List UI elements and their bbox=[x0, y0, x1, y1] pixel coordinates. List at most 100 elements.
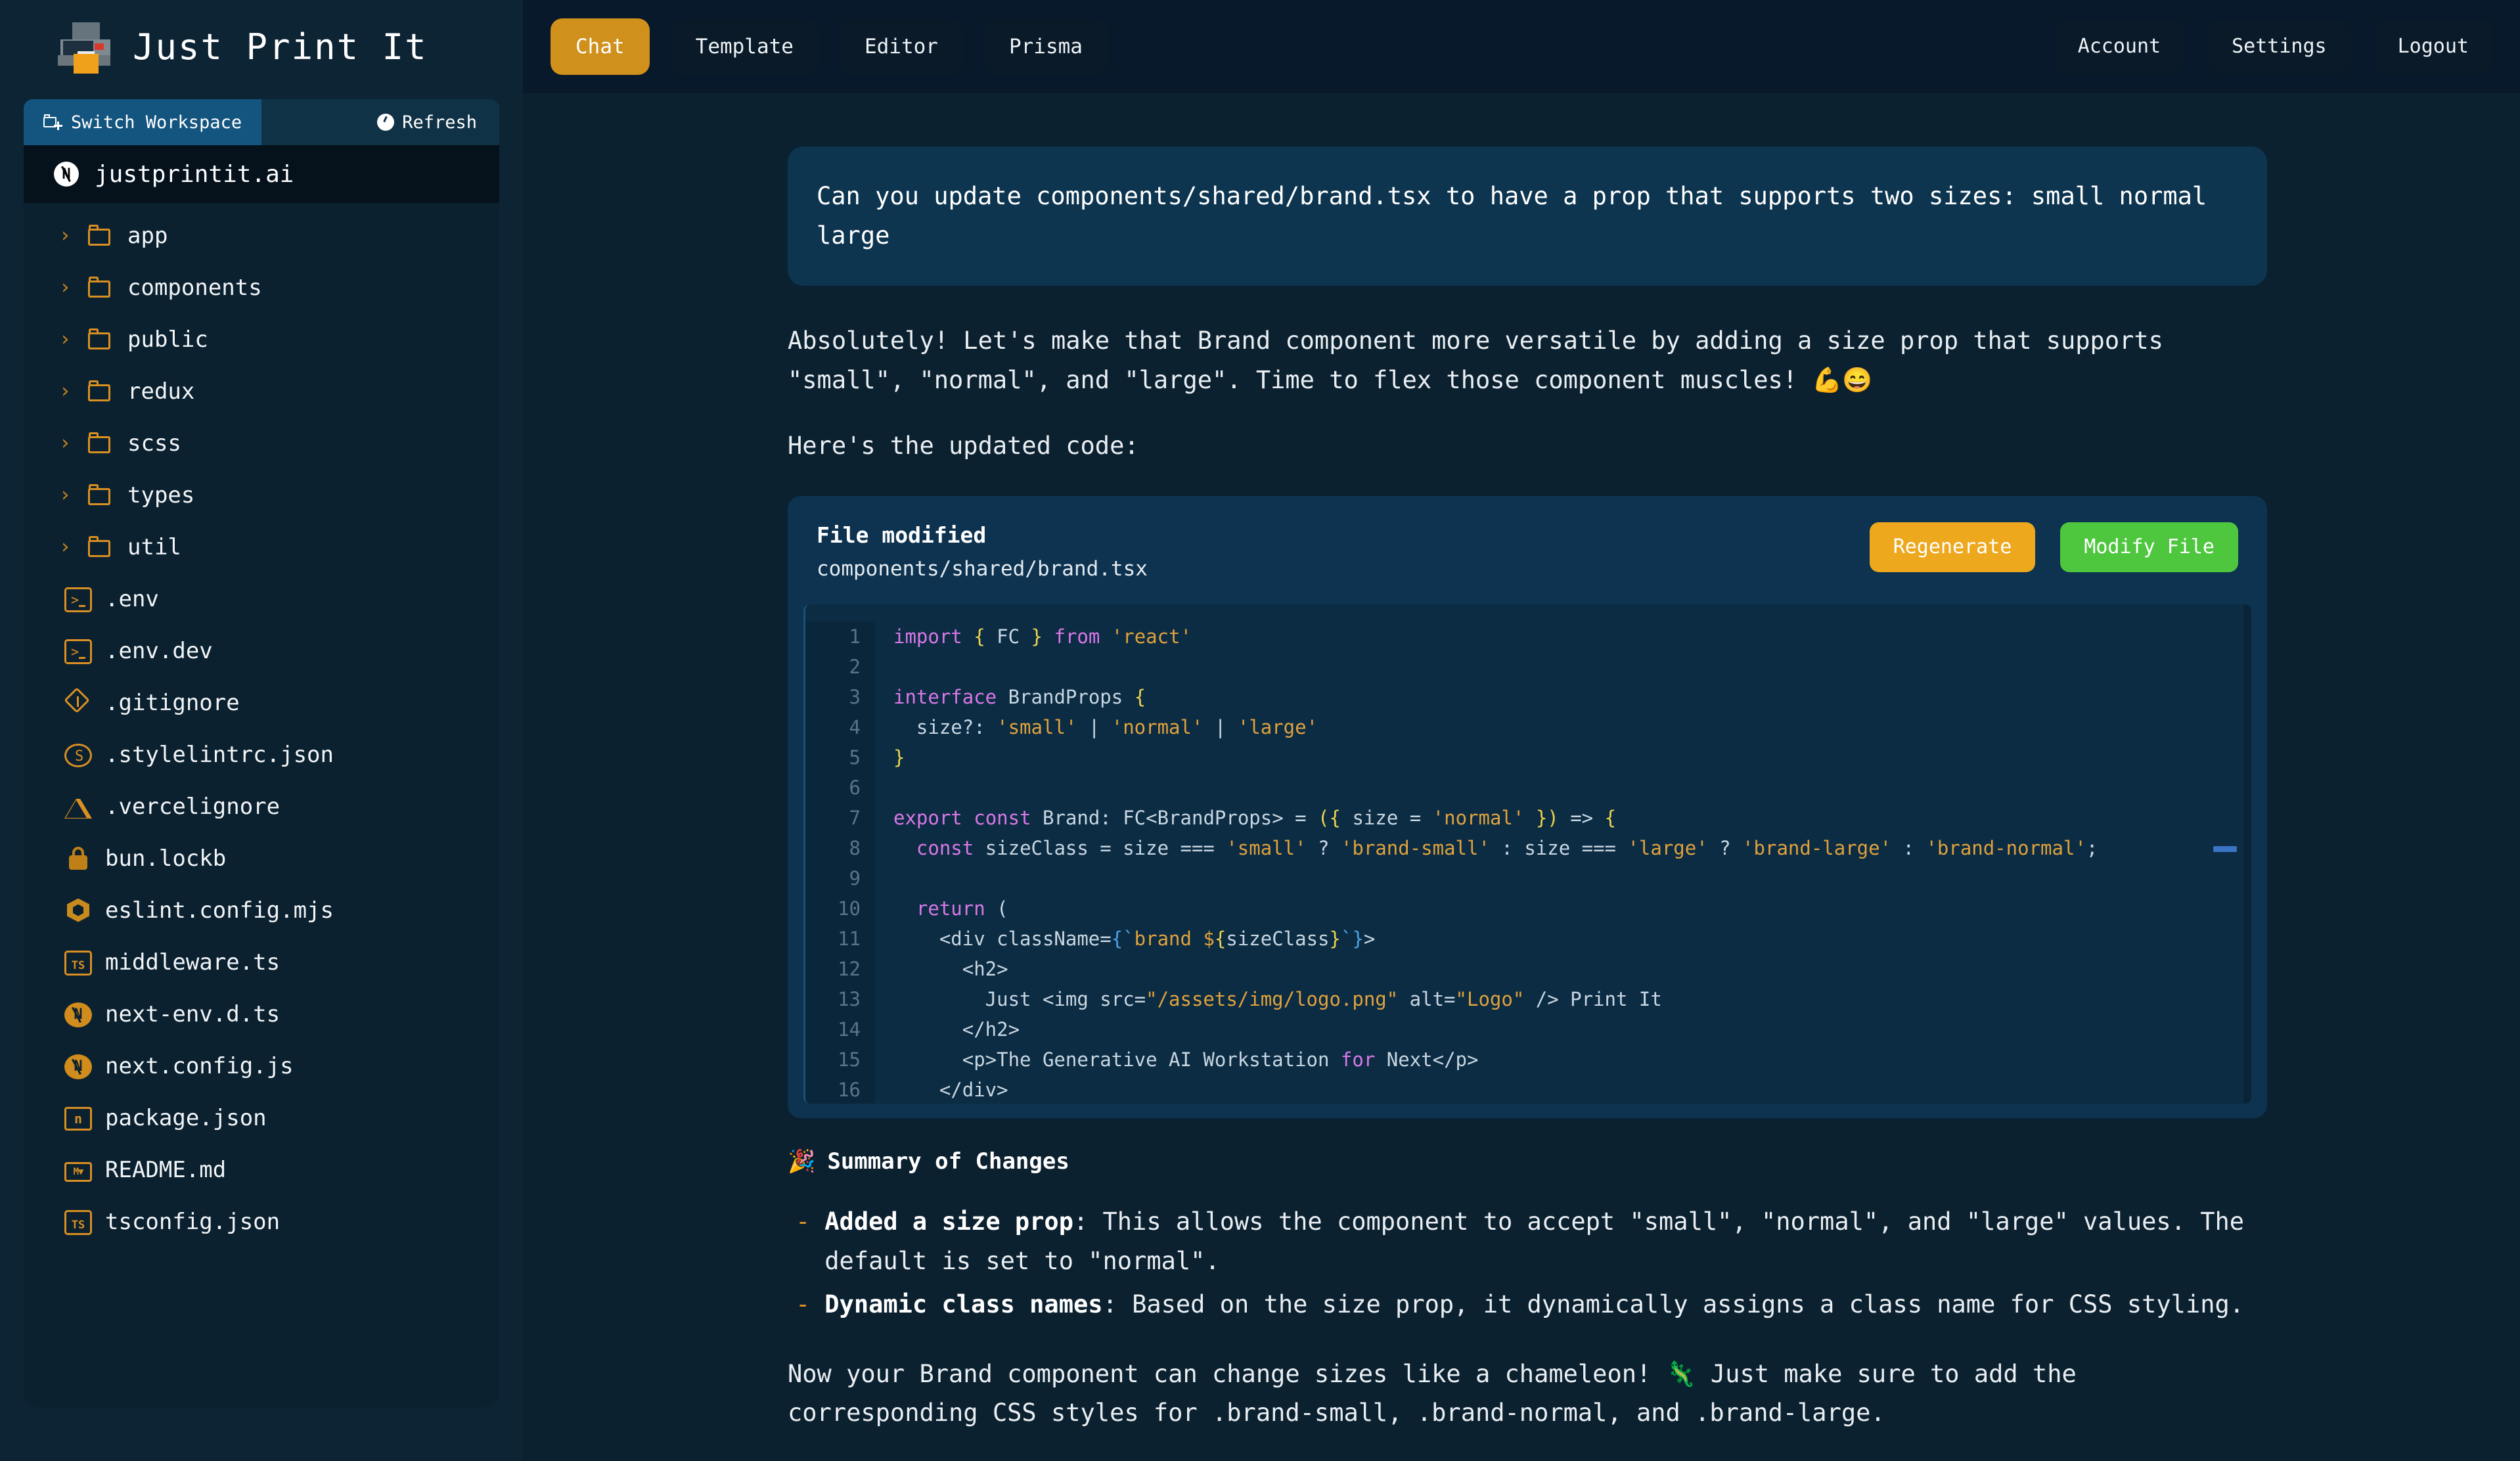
tree-folder-redux[interactable]: › redux bbox=[24, 365, 499, 417]
code-line: 9 bbox=[805, 863, 2251, 893]
tree-folder-public[interactable]: › public bbox=[24, 313, 499, 365]
code-horizontal-scrollbar-thumb[interactable] bbox=[2213, 845, 2237, 852]
line-number: 15 bbox=[805, 1044, 875, 1075]
code-line: 16 </div> bbox=[805, 1074, 2251, 1104]
chevron-right-icon: › bbox=[59, 224, 72, 247]
tree-file-eslint.config.mjs[interactable]: eslint.config.mjs bbox=[24, 884, 499, 936]
line-number: 11 bbox=[805, 923, 875, 954]
nextjs-icon: N bbox=[64, 1054, 92, 1079]
tree-folder-app[interactable]: › app bbox=[24, 210, 499, 261]
line-number: 16 bbox=[805, 1074, 875, 1104]
tree-item-label: components bbox=[127, 274, 262, 301]
bullet-title: Dynamic class names bbox=[824, 1290, 1103, 1318]
tab-bar[interactable]: Chat Template Editor Prisma bbox=[551, 18, 1108, 75]
code-text: const sizeClass = size === 'small' ? 'br… bbox=[916, 836, 2098, 859]
bullet-title: Added a size prop bbox=[824, 1207, 1073, 1236]
tree-item-label: tsconfig.json bbox=[105, 1208, 281, 1235]
workspace-name-label: justprintit.ai bbox=[95, 160, 294, 188]
sidebar: Just Print It Switch Workspace Refresh N… bbox=[0, 0, 523, 1461]
tree-file-.env.dev[interactable]: .env.dev bbox=[24, 625, 499, 677]
code-text: <h2> bbox=[893, 957, 1008, 980]
bullet-marker: - bbox=[796, 1290, 811, 1318]
tree-item-label: public bbox=[127, 326, 208, 353]
tree-file-.env[interactable]: .env bbox=[24, 573, 499, 625]
line-number: 2 bbox=[805, 651, 875, 682]
folder-icon bbox=[87, 430, 114, 457]
tree-file-package.json[interactable]: n package.json bbox=[24, 1092, 499, 1144]
tree-file-.stylelintrc.json[interactable]: .stylelintrc.json bbox=[24, 729, 499, 780]
tree-file-README.md[interactable]: M▼ README.md bbox=[24, 1144, 499, 1196]
file-card-buttons: Regenerate Modify File bbox=[1869, 522, 2238, 572]
settings-button[interactable]: Settings bbox=[2208, 20, 2351, 74]
code-text: export const Brand: FC<BrandProps> = ({ … bbox=[893, 806, 1617, 829]
refresh-button[interactable]: Refresh bbox=[261, 99, 499, 145]
tree-file-middleware.ts[interactable]: TS middleware.ts bbox=[24, 936, 499, 988]
workspace-toolbar: Switch Workspace Refresh bbox=[24, 99, 499, 145]
tree-folder-components[interactable]: › components bbox=[24, 261, 499, 313]
tree-file-.gitignore[interactable]: .gitignore bbox=[24, 677, 499, 729]
folder-icon bbox=[87, 378, 114, 405]
regenerate-button[interactable]: Regenerate bbox=[1869, 522, 2036, 572]
switch-workspace-button[interactable]: Switch Workspace bbox=[24, 99, 262, 145]
code-block[interactable]: 1 import { FC } from 'react' 2 3 interface … bbox=[803, 604, 2251, 1104]
tab-chat[interactable]: Chat bbox=[551, 18, 650, 75]
top-navigation-bar: Chat Template Editor Prisma Account Settings… bbox=[523, 0, 2520, 94]
line-number: 14 bbox=[805, 1014, 875, 1045]
chevron-right-icon: › bbox=[59, 380, 72, 403]
tab-editor[interactable]: Editor bbox=[839, 18, 963, 75]
tree-file-tsconfig.json[interactable]: TS tsconfig.json bbox=[24, 1196, 499, 1247]
file-tree[interactable]: › app › components › public › redux › scss › types ›… bbox=[24, 203, 499, 1407]
tree-folder-scss[interactable]: › scss bbox=[24, 417, 499, 469]
code-text: </div> bbox=[893, 1078, 1008, 1101]
tree-folder-types[interactable]: › types bbox=[24, 469, 499, 521]
chevron-right-icon: › bbox=[59, 276, 72, 299]
chevron-right-icon: › bbox=[59, 328, 72, 351]
app-brand: Just Print It bbox=[0, 0, 523, 94]
code-text: size?: 'small' | 'normal' | 'large' bbox=[893, 715, 1318, 738]
folder-icon bbox=[87, 274, 114, 302]
code-text: <div className={`brand ${sizeClass}`}> bbox=[893, 927, 1376, 950]
folder-icon bbox=[87, 326, 114, 353]
chevron-right-icon: › bbox=[59, 432, 72, 455]
code-text: <p>The Generative AI Workstation for Nex… bbox=[893, 1048, 1479, 1071]
tree-file-bun.lockb[interactable]: bun.lockb bbox=[24, 832, 499, 884]
folder-icon bbox=[87, 222, 114, 250]
line-number: 13 bbox=[805, 983, 875, 1014]
app-root: Just Print It Switch Workspace Refresh N… bbox=[0, 0, 2520, 1461]
code-text: import { FC } from 'react' bbox=[893, 625, 1192, 648]
code-lines: 1 import { FC } from 'react' 2 3 interface … bbox=[805, 604, 2251, 1104]
folder-icon bbox=[87, 533, 114, 561]
assistant-lead-paragraph: Here's the updated code: bbox=[788, 431, 1139, 460]
line-number: 7 bbox=[805, 802, 875, 833]
code-vertical-scrollbar[interactable] bbox=[2243, 604, 2251, 1104]
line-number: 1 bbox=[805, 621, 875, 652]
line-number: 8 bbox=[805, 832, 875, 863]
account-button[interactable]: Account bbox=[2054, 20, 2185, 74]
terminal-icon bbox=[64, 587, 92, 612]
tree-item-label: README.md bbox=[105, 1156, 227, 1183]
tab-prisma[interactable]: Prisma bbox=[983, 18, 1108, 75]
refresh-icon bbox=[377, 114, 395, 131]
tab-template[interactable]: Template bbox=[670, 18, 819, 75]
workspace-name-row[interactable]: N justprintit.ai bbox=[24, 145, 499, 203]
tree-item-label: util bbox=[127, 533, 181, 560]
tree-item-label: redux bbox=[127, 378, 195, 405]
tree-file-next-env.d.ts[interactable]: Nnext-env.d.ts bbox=[24, 988, 499, 1040]
code-text: interface BrandProps { bbox=[893, 685, 1146, 708]
account-actions[interactable]: Account Settings Logout bbox=[2054, 20, 2492, 74]
logout-button[interactable]: Logout bbox=[2374, 20, 2492, 74]
tree-file-.vercelignore[interactable]: .vercelignore bbox=[24, 780, 499, 832]
chat-scroll-area[interactable]: Can you update components/shared/brand.t… bbox=[523, 94, 2520, 1461]
tree-folder-util[interactable]: › util bbox=[24, 521, 499, 573]
tree-item-label: .vercelignore bbox=[105, 793, 281, 820]
file-card-titles: File modified components/shared/brand.ts… bbox=[817, 522, 1870, 581]
summary-heading-label: Summary of Changes bbox=[827, 1148, 1069, 1175]
file-path-label: components/shared/brand.tsx bbox=[817, 556, 1148, 581]
modify-file-button[interactable]: Modify File bbox=[2060, 522, 2238, 572]
bullet-text: Added a size prop: This allows the compo… bbox=[824, 1207, 2245, 1275]
line-number: 5 bbox=[805, 742, 875, 773]
chevron-right-icon: › bbox=[59, 535, 72, 558]
tree-file-next.config.js[interactable]: Nnext.config.js bbox=[24, 1040, 499, 1092]
